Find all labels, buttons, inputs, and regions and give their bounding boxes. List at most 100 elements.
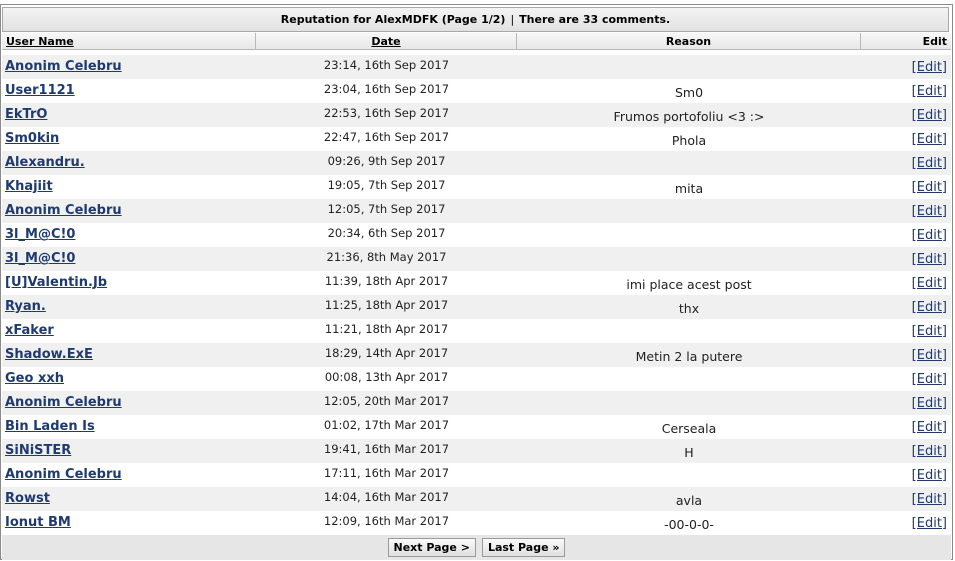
edit-link[interactable]: [Edit] (912, 492, 947, 507)
reason-cell: Cerseala (661, 421, 717, 436)
table-row: Anonim Celebru 23:14, 16th Sep 2017 [Edit] (2, 55, 951, 79)
user-name-link[interactable]: Anonim Celebru (5, 467, 122, 482)
user-name-link[interactable]: Khajiit (5, 179, 53, 194)
user-name-link[interactable]: Anonim Celebru (5, 59, 122, 74)
edit-link[interactable]: [Edit] (912, 252, 947, 267)
user-name-link[interactable]: 3l_M@C!0 (5, 251, 75, 266)
date-cell: 11:39, 18th Apr 2017 (324, 274, 449, 288)
table-row: Ionut BM 12:09, 16th Mar 2017 -00-0-0- [Edi… (2, 511, 951, 535)
date-cell: 01:02, 17th Mar 2017 (323, 418, 450, 432)
table-row: Anonim Celebru 17:11, 16th Mar 2017 [Edit] (2, 463, 951, 487)
column-header-reason: Reason (517, 33, 861, 50)
edit-link[interactable]: [Edit] (912, 468, 947, 483)
edit-link[interactable]: [Edit] (912, 180, 947, 195)
date-cell: 12:05, 7th Sep 2017 (327, 202, 446, 216)
reputation-panel: Reputation for AlexMDFK (Page 1/2) | The… (0, 4, 953, 560)
date-cell: 18:29, 14th Apr 2017 (324, 346, 449, 360)
date-cell: 22:53, 16th Sep 2017 (323, 106, 450, 120)
user-name-link[interactable]: Anonim Celebru (5, 395, 122, 410)
panel-title: Reputation for AlexMDFK (Page 1/2) | The… (2, 7, 949, 32)
table-row: 3l_M@C!0 20:34, 6th Sep 2017 [Edit] (2, 223, 951, 247)
column-header-date[interactable]: Date (256, 33, 517, 50)
user-name-link[interactable]: Ryan. (5, 299, 46, 314)
user-name-link[interactable]: Shadow.ExE (5, 347, 93, 362)
user-name-link[interactable]: Rowst (5, 491, 50, 506)
table-row: 3l_M@C!0 21:36, 8th May 2017 [Edit] (2, 247, 951, 271)
reason-cell: Sm0 (674, 85, 704, 100)
table-row: Anonim Celebru 12:05, 7th Sep 2017 [Edit] (2, 199, 951, 223)
reason-cell: H (684, 445, 694, 460)
table-row: EkTrO 22:53, 16th Sep 2017 Frumos portofol… (2, 103, 951, 127)
user-name-link[interactable]: EkTrO (5, 107, 47, 122)
edit-link[interactable]: [Edit] (912, 204, 947, 219)
date-cell: 14:04, 16th Mar 2017 (323, 490, 450, 504)
user-name-link[interactable]: 3l_M@C!0 (5, 227, 75, 242)
edit-link[interactable]: [Edit] (912, 372, 947, 387)
edit-link[interactable]: [Edit] (912, 60, 947, 75)
date-cell: 09:26, 9th Sep 2017 (327, 154, 446, 168)
reason-cell: mita (674, 181, 704, 196)
table-row: Anonim Celebru 12:05, 20th Mar 2017 [Edit] (2, 391, 951, 415)
date-cell: 22:47, 16th Sep 2017 (323, 130, 450, 144)
table-row: Khajiit 19:05, 7th Sep 2017 mita [Edit] (2, 175, 951, 199)
table-row: User1121 23:04, 16th Sep 2017 Sm0 [Edit] (2, 79, 951, 103)
table-row: Ryan. 11:25, 18th Apr 2017 thx [Edit] (2, 295, 951, 319)
title-text: Reputation for AlexMDFK (Page 1/2) (280, 13, 506, 26)
date-cell: 21:36, 8th May 2017 (326, 250, 447, 264)
pagination-bar: Next Page > Last Page » (2, 535, 951, 560)
column-header-user-name[interactable]: User Name (2, 33, 256, 50)
reason-cell: Frumos portofoliu <3 :> (613, 109, 765, 124)
reputation-table-body: Anonim Celebru 23:14, 16th Sep 2017 [Edit]… (2, 55, 951, 535)
edit-link[interactable]: [Edit] (912, 324, 947, 339)
date-cell: 12:05, 20th Mar 2017 (323, 394, 450, 408)
date-cell: 12:09, 16th Mar 2017 (323, 514, 450, 528)
edit-link[interactable]: [Edit] (912, 276, 947, 291)
reason-cell: Metin 2 la putere (635, 349, 743, 364)
edit-link[interactable]: [Edit] (912, 84, 947, 99)
table-header: User Name Date Reason Edit (2, 33, 951, 50)
user-name-link[interactable]: xFaker (5, 323, 54, 338)
edit-link[interactable]: [Edit] (912, 516, 947, 531)
table-row: Rowst 14:04, 16th Mar 2017 avla [Edit] (2, 487, 951, 511)
edit-link[interactable]: [Edit] (912, 132, 947, 147)
user-name-link[interactable]: Sm0kin (5, 131, 59, 146)
date-cell: 11:21, 18th Apr 2017 (324, 322, 449, 336)
table-row: xFaker 11:21, 18th Apr 2017 [Edit] (2, 319, 951, 343)
edit-link[interactable]: [Edit] (912, 300, 947, 315)
user-name-link[interactable]: Alexandru. (5, 155, 85, 170)
reason-cell: thx (678, 301, 700, 316)
table-row: Bin Laden Is 01:02, 17th Mar 2017 Cerseala… (2, 415, 951, 439)
table-row: [U]Valentin.Jb 11:39, 18th Apr 2017 imi pl… (2, 271, 951, 295)
comment-count: There are 33 comments. (519, 13, 671, 26)
user-name-link[interactable]: User1121 (5, 83, 75, 98)
edit-link[interactable]: [Edit] (912, 228, 947, 243)
date-cell: 20:34, 6th Sep 2017 (327, 226, 446, 240)
reason-cell: -00-0-0- (664, 517, 714, 532)
table-row: Sm0kin 22:47, 16th Sep 2017 Phola [Edit] (2, 127, 951, 151)
edit-link[interactable]: [Edit] (912, 156, 947, 171)
next-page-button[interactable]: Next Page > (387, 538, 476, 557)
date-cell: 19:05, 7th Sep 2017 (327, 178, 446, 192)
user-name-link[interactable]: Anonim Celebru (5, 203, 122, 218)
date-cell: 00:08, 13th Apr 2017 (324, 370, 449, 384)
last-page-button[interactable]: Last Page » (481, 538, 566, 557)
column-header-edit: Edit (861, 33, 951, 50)
table-row: Geo xxh 00:08, 13th Apr 2017 [Edit] (2, 367, 951, 391)
date-cell: 23:04, 16th Sep 2017 (323, 82, 450, 96)
user-name-link[interactable]: Bin Laden Is (5, 419, 95, 434)
reason-cell: imi place acest post (626, 277, 752, 292)
edit-link[interactable]: [Edit] (912, 348, 947, 363)
title-separator: | (510, 13, 515, 26)
user-name-link[interactable]: Ionut BM (5, 515, 71, 530)
user-name-link[interactable]: SiNiSTER (5, 443, 71, 458)
date-cell: 19:41, 16th Mar 2017 (323, 442, 450, 456)
date-cell: 17:11, 16th Mar 2017 (323, 466, 450, 480)
edit-link[interactable]: [Edit] (912, 444, 947, 459)
edit-link[interactable]: [Edit] (912, 108, 947, 123)
table-row: Alexandru. 09:26, 9th Sep 2017 [Edit] (2, 151, 951, 175)
user-name-link[interactable]: Geo xxh (5, 371, 64, 386)
edit-link[interactable]: [Edit] (912, 396, 947, 411)
edit-link[interactable]: [Edit] (912, 420, 947, 435)
user-name-link[interactable]: [U]Valentin.Jb (5, 275, 107, 290)
date-cell: 11:25, 18th Apr 2017 (324, 298, 449, 312)
